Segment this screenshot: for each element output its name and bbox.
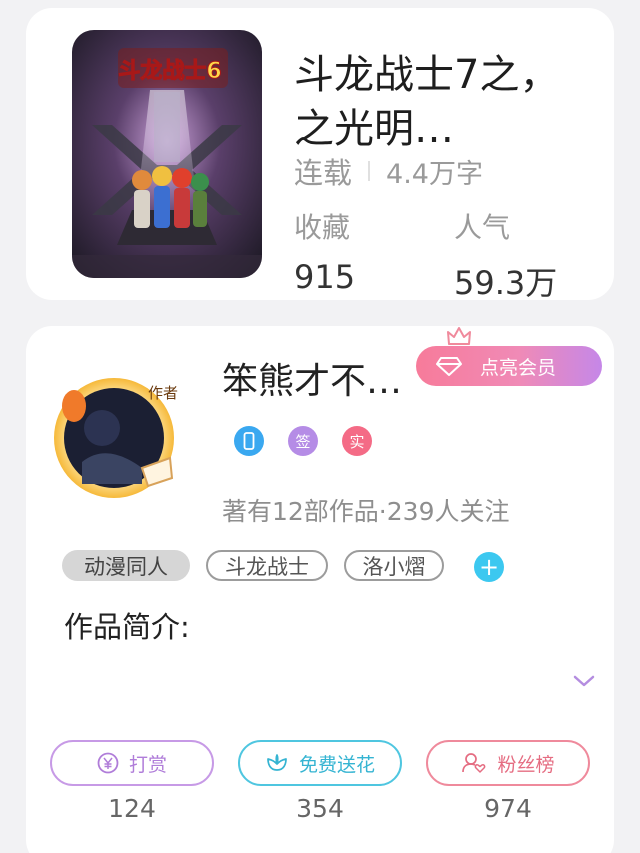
- tag-series[interactable]: 斗龙战士: [206, 550, 328, 581]
- book-word-count: 4.4万字: [386, 158, 483, 190]
- flower-icon: [267, 754, 287, 771]
- intro-title: 作品简介:: [64, 610, 190, 644]
- fan-ranking-label: 粉丝榜: [497, 753, 555, 776]
- flower-count: 354: [296, 794, 344, 823]
- book-info-card: 斗龙战士6 斗龙战士7之，之光明… 连载 4.4万字 收藏 915 人气 59.…: [26, 8, 614, 302]
- fan-heart-icon: [462, 753, 486, 773]
- send-flower-button[interactable]: 免费送花: [238, 740, 402, 786]
- phone-icon: [234, 426, 264, 456]
- book-title: 斗龙战士7之，之光明…: [294, 52, 560, 152]
- favorites-label: 收藏: [294, 211, 351, 244]
- sign-badge: 签: [288, 426, 318, 456]
- author-name[interactable]: 笨熊才不…: [222, 352, 402, 404]
- chevron-down-icon[interactable]: [572, 674, 596, 688]
- diamond-icon: [436, 357, 462, 376]
- fan-ranking-button[interactable]: 粉丝榜: [426, 740, 590, 786]
- popularity-label: 人气: [454, 211, 511, 244]
- tip-label: 打赏: [128, 753, 167, 776]
- tag-character[interactable]: 洛小熠: [344, 550, 444, 581]
- avatar-image: 作者: [54, 378, 178, 498]
- author-card: 作者 笨熊才不… 点亮会员 签 实 著有12部作品·239人关注 动漫同人 斗龙…: [26, 326, 614, 853]
- add-tag-button[interactable]: +: [474, 552, 504, 582]
- author-works-info: 著有12部作品·239人关注: [222, 497, 510, 526]
- meta-divider: [368, 161, 371, 181]
- author-avatar[interactable]: 作者: [52, 372, 182, 502]
- send-flower-label: 免费送花: [298, 753, 375, 776]
- fan-count: 974: [484, 794, 532, 823]
- favorites-value: 915: [294, 258, 356, 296]
- popularity-value: 59.3万: [454, 264, 558, 302]
- crown-icon: [447, 327, 471, 345]
- tag-category[interactable]: 动漫同人: [62, 550, 190, 581]
- member-button-label: 点亮会员: [480, 356, 557, 379]
- svg-text:作者: 作者: [148, 384, 178, 402]
- tip-count: 124: [108, 794, 156, 823]
- light-up-member-button[interactable]: 点亮会员: [416, 346, 602, 386]
- verified-badge: 实: [342, 426, 372, 456]
- tip-button[interactable]: 打赏: [50, 740, 214, 786]
- book-status: 连载: [294, 156, 353, 190]
- book-cover[interactable]: 斗龙战士6: [72, 30, 262, 278]
- book-cover-image: 斗龙战士6: [72, 30, 262, 278]
- yen-coin-icon: [97, 752, 119, 774]
- book-meta: 连载 4.4万字: [294, 150, 483, 192]
- svg-text:斗龙战士6: 斗龙战士6: [118, 59, 221, 84]
